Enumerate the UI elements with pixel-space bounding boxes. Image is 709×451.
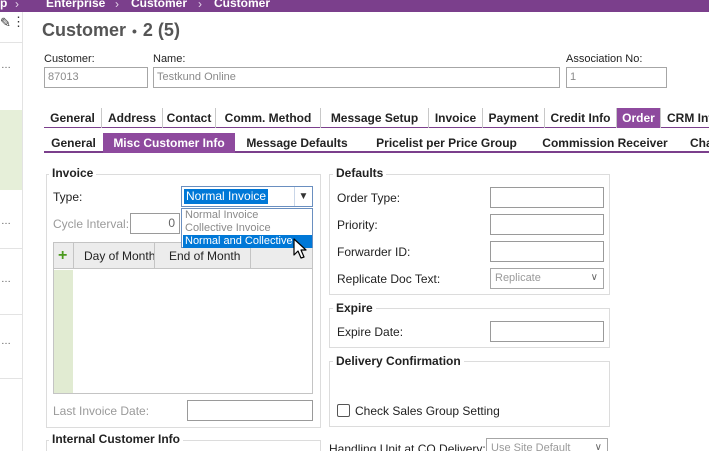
tab-order[interactable]: Order xyxy=(617,108,661,128)
chevron-down-icon: ∨ xyxy=(590,272,598,283)
expire-section-title: Expire xyxy=(333,301,376,315)
handling-unit-select[interactable]: Use Site Default ∨ xyxy=(486,438,608,451)
pin-icon[interactable]: ✎ xyxy=(0,15,11,31)
subtab-cha[interactable]: Cha xyxy=(676,133,709,153)
subtab-general[interactable]: General xyxy=(44,133,103,153)
subtab-misc-customer-info[interactable]: Misc Customer Info xyxy=(103,133,235,153)
priority-label: Priority: xyxy=(337,218,378,232)
rail-divider xyxy=(0,248,22,249)
rail-divider xyxy=(0,378,22,379)
forwarder-id-label: Forwarder ID: xyxy=(337,245,411,259)
subtab-message-defaults[interactable]: Message Defaults xyxy=(235,133,359,153)
replicate-doc-text-value: Replicate xyxy=(495,272,541,284)
tab-payment[interactable]: Payment xyxy=(483,108,545,128)
column-header-day-of-month[interactable]: Day of Month xyxy=(84,249,155,263)
breadcrumb-item[interactable]: p xyxy=(0,0,7,10)
dropdown-option[interactable]: Normal Invoice xyxy=(183,209,312,222)
tab-credit-info[interactable]: Credit Info xyxy=(545,108,617,128)
invoice-type-select[interactable]: Normal Invoice ▼ xyxy=(181,186,313,207)
breadcrumb-item[interactable]: Customer xyxy=(131,0,187,10)
replicate-doc-text-label: Replicate Doc Text: xyxy=(337,272,441,286)
sub-tab-bar: General Misc Customer Info Message Defau… xyxy=(44,133,709,153)
breadcrumb-item[interactable]: Enterprise xyxy=(46,0,105,10)
rail-item-ellipsis[interactable]: … xyxy=(1,216,11,227)
rail-item-selected[interactable] xyxy=(0,110,22,190)
defaults-section-title: Defaults xyxy=(333,166,387,180)
chevron-down-icon: ∨ xyxy=(594,442,602,451)
handling-unit-label: Handling Unit at CO Delivery: xyxy=(329,442,486,451)
left-navigator: ✎ ⋮ … … … … xyxy=(0,12,25,451)
rail-item-ellipsis[interactable]: … xyxy=(1,60,11,71)
breadcrumb-separator: › xyxy=(15,0,19,11)
mouse-cursor-icon xyxy=(293,238,307,259)
tab-address[interactable]: Address xyxy=(102,108,163,128)
invoice-section-title: Invoice xyxy=(49,166,97,180)
handling-unit-value: Use Site Default xyxy=(491,442,571,451)
tab-comm-method[interactable]: Comm. Method xyxy=(216,108,321,128)
dropdown-option[interactable]: Collective Invoice xyxy=(183,222,312,235)
check-sales-group-label: Check Sales Group Setting xyxy=(355,404,500,418)
rail-item-ellipsis[interactable]: … xyxy=(1,336,11,347)
more-icon[interactable]: ⋮ xyxy=(12,14,25,30)
breadcrumb-separator: › xyxy=(198,0,202,11)
grid-column-divider xyxy=(154,243,155,269)
customer-label: Customer: xyxy=(44,53,95,65)
subtab-commission-receiver[interactable]: Commission Receiver xyxy=(534,133,676,153)
check-sales-group-checkbox[interactable] xyxy=(337,404,350,417)
last-invoice-date-label: Last Invoice Date: xyxy=(53,404,150,418)
record-counter: 2 (5) xyxy=(142,20,180,40)
type-label: Type: xyxy=(53,190,83,204)
rail-divider xyxy=(0,42,22,43)
tab-message-setup[interactable]: Message Setup xyxy=(321,108,429,128)
invoice-type-selected-value: Normal Invoice xyxy=(184,189,269,204)
subtab-pricelist-per-price-group[interactable]: Pricelist per Price Group xyxy=(359,133,534,153)
column-header-end-of-month[interactable]: End of Month xyxy=(169,249,240,263)
main-tab-bar: General Address Contact Comm. Method Mes… xyxy=(44,108,709,128)
grid-row-gutter xyxy=(54,270,73,393)
order-type-label: Order Type: xyxy=(337,191,401,205)
customer-field[interactable]: 87013 xyxy=(44,67,148,88)
chevron-down-icon[interactable]: ▼ xyxy=(294,187,312,206)
replicate-doc-text-select[interactable]: Replicate ∨ xyxy=(490,268,604,289)
invoice-day-grid: + Day of Month End of Month xyxy=(53,242,313,394)
breadcrumb-separator: › xyxy=(115,0,119,11)
add-row-icon[interactable]: + xyxy=(58,247,67,265)
association-field[interactable]: 1 xyxy=(566,67,667,88)
title-separator: • xyxy=(132,23,137,39)
internal-customer-info-title: Internal Customer Info xyxy=(49,432,184,446)
forwarder-id-field[interactable] xyxy=(490,241,604,262)
association-label: Association No: xyxy=(566,53,643,65)
name-label: Name: xyxy=(153,53,186,65)
page-title: Customer • 2 (5) xyxy=(42,20,180,41)
cycle-interval-label: Cycle Interval: xyxy=(53,217,130,231)
grid-column-divider xyxy=(73,243,74,269)
expire-date-label: Expire Date: xyxy=(337,325,404,339)
page-title-text: Customer xyxy=(42,20,127,40)
tab-general[interactable]: General xyxy=(44,108,102,128)
breadcrumb-bar: p › Enterprise › Customer › Customer xyxy=(0,0,709,12)
cycle-interval-field[interactable]: 0 xyxy=(130,213,180,234)
tab-invoice[interactable]: Invoice xyxy=(429,108,483,128)
rail-item-ellipsis[interactable]: … xyxy=(1,274,11,285)
name-field[interactable]: Testkund Online xyxy=(153,67,560,88)
expire-date-field[interactable] xyxy=(490,321,604,342)
rail-divider xyxy=(0,314,22,315)
delivery-confirmation-title: Delivery Confirmation xyxy=(333,354,464,368)
priority-field[interactable] xyxy=(490,214,604,235)
breadcrumb-item[interactable]: Customer xyxy=(214,0,270,10)
order-type-field[interactable] xyxy=(490,187,604,208)
tab-crm-info[interactable]: CRM Info xyxy=(661,108,709,128)
last-invoice-date-field[interactable] xyxy=(187,400,313,421)
tab-contact[interactable]: Contact xyxy=(163,108,216,128)
